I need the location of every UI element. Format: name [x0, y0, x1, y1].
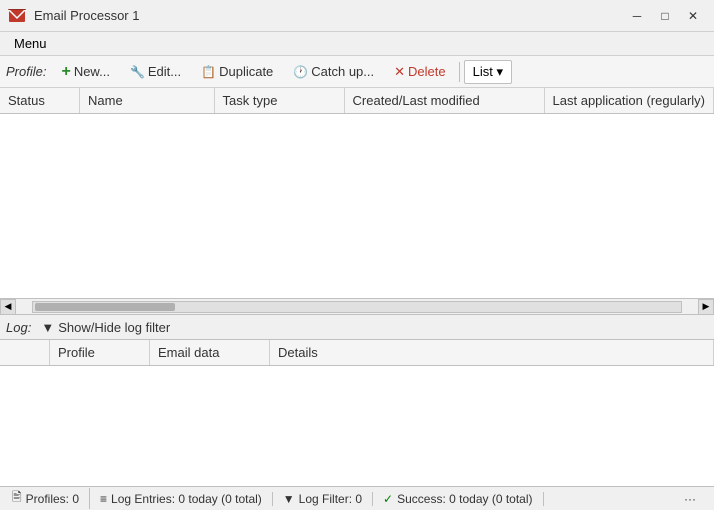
- col-created: Created/Last modified: [345, 88, 545, 113]
- success-icon: ✓: [383, 492, 393, 506]
- log-filter-icon: ▼: [283, 492, 295, 506]
- col-status: Status: [0, 88, 80, 113]
- catchup-icon: 🕐: [293, 65, 308, 79]
- maximize-button[interactable]: □: [652, 6, 678, 26]
- scrollbar-track[interactable]: [32, 301, 682, 313]
- log-body[interactable]: [0, 366, 714, 486]
- duplicate-icon: 📋: [201, 65, 216, 79]
- delete-icon: ✕: [394, 64, 405, 80]
- scrollbar-thumb[interactable]: [35, 303, 175, 311]
- log-filter-button[interactable]: ▼ Show/Hide log filter: [35, 318, 176, 337]
- edit-button[interactable]: 🔧 Edit...: [121, 60, 190, 83]
- filter-icon: ▼: [41, 320, 54, 335]
- edit-icon: 🔧: [130, 65, 145, 79]
- col-lastapp: Last application (regularly): [545, 88, 714, 113]
- profile-label: Profile:: [6, 64, 46, 79]
- profile-table: Status Name Task type Created/Last modif…: [0, 88, 714, 314]
- profiles-icon: 🖹: [12, 488, 22, 509]
- window-controls: ─ □ ✕: [624, 6, 706, 26]
- close-button[interactable]: ✕: [680, 6, 706, 26]
- log-col-emaildata: Email data: [150, 340, 270, 365]
- table-header: Status Name Task type Created/Last modif…: [0, 88, 714, 114]
- status-dots: ···: [674, 492, 706, 506]
- status-bar: 🖹 Profiles: 0 ≡ Log Entries: 0 today (0 …: [0, 486, 714, 510]
- status-profiles: 🖹 Profiles: 0: [8, 488, 90, 509]
- toolbar-separator: [459, 62, 460, 82]
- log-table-header: Profile Email data Details: [0, 340, 714, 366]
- log-col-profile: Profile: [50, 340, 150, 365]
- log-label: Log:: [6, 320, 31, 335]
- status-log-filter: ▼ Log Filter: 0: [273, 492, 373, 506]
- new-icon: +: [61, 63, 70, 81]
- scroll-right-arrow[interactable]: ▶: [698, 299, 714, 315]
- app-icon: [8, 7, 26, 25]
- scroll-left-arrow[interactable]: ◀: [0, 299, 16, 315]
- status-success: ✓ Success: 0 today (0 total): [373, 492, 543, 506]
- log-col-status: [0, 340, 50, 365]
- minimize-button[interactable]: ─: [624, 6, 650, 26]
- log-section: Log: ▼ Show/Hide log filter Profile Emai…: [0, 314, 714, 486]
- window-title: Email Processor 1: [34, 8, 624, 23]
- log-bar: Log: ▼ Show/Hide log filter: [0, 314, 714, 340]
- log-entries-icon: ≡: [100, 492, 107, 506]
- status-log-entries: ≡ Log Entries: 0 today (0 total): [90, 492, 273, 506]
- new-button[interactable]: + New...: [52, 59, 118, 85]
- col-name: Name: [80, 88, 215, 113]
- menu-item-menu[interactable]: Menu: [6, 34, 55, 53]
- catchup-button[interactable]: 🕐 Catch up...: [284, 60, 383, 83]
- horizontal-scrollbar[interactable]: ◀ ▶: [0, 298, 714, 314]
- log-col-details: Details: [270, 340, 714, 365]
- toolbar: Profile: + New... 🔧 Edit... 📋 Duplicate …: [0, 56, 714, 88]
- table-body[interactable]: [0, 114, 714, 298]
- delete-button[interactable]: ✕ Delete: [385, 60, 454, 84]
- duplicate-button[interactable]: 📋 Duplicate: [192, 60, 282, 83]
- title-bar: Email Processor 1 ─ □ ✕: [0, 0, 714, 32]
- main-content: Status Name Task type Created/Last modif…: [0, 88, 714, 486]
- menu-bar: Menu: [0, 32, 714, 56]
- col-tasktype: Task type: [215, 88, 345, 113]
- list-button[interactable]: List ▾: [464, 60, 512, 84]
